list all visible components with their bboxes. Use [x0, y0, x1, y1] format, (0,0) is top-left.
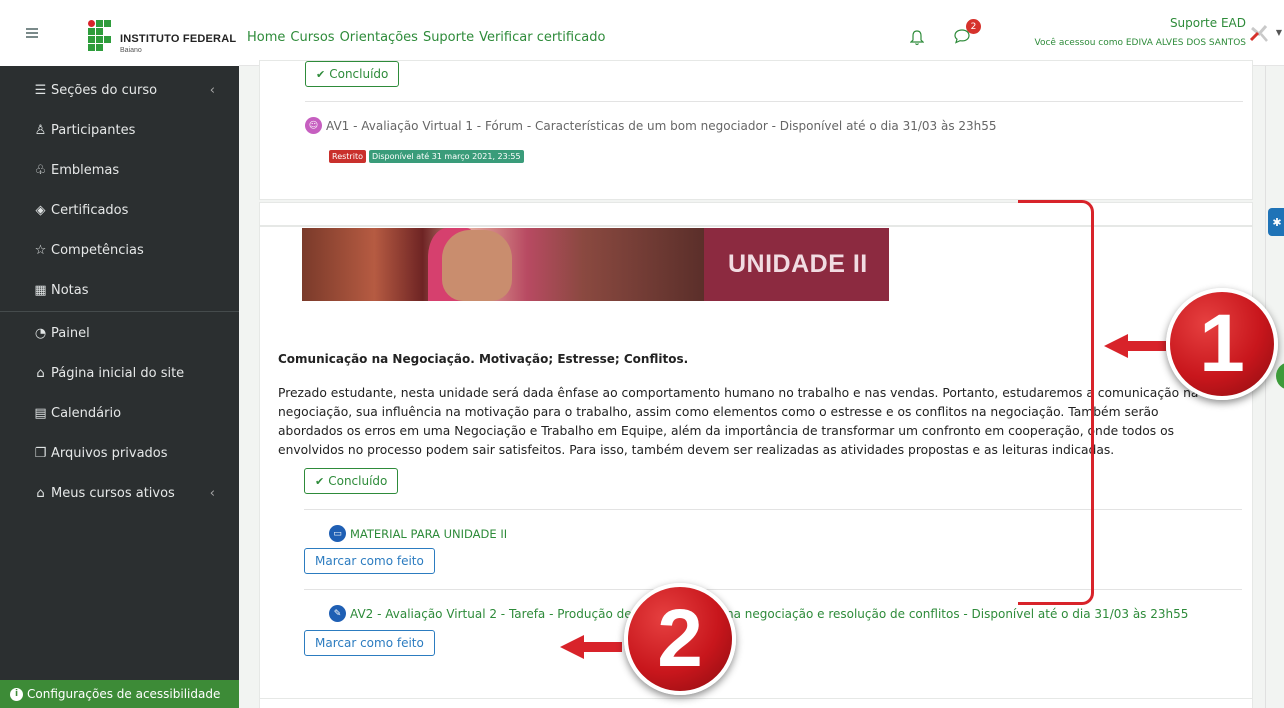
completed-label: Concluído [328, 474, 388, 488]
sidebar-item-label: Emblemas [51, 162, 120, 178]
banner-photo [302, 228, 704, 301]
user-name[interactable]: Suporte EAD [1170, 16, 1246, 30]
restricted-tag: Restrito [329, 150, 366, 163]
notification-count-badge: 2 [966, 19, 981, 34]
completed-label: Concluído [329, 67, 389, 81]
activity-av2[interactable]: ✎ AV2 - Avaliação Virtual 2 - Tarefa - P… [329, 605, 1188, 622]
sidebar-item-certificados[interactable]: ◈ Certificados [0, 190, 239, 230]
dashboard-icon: ◔ [34, 325, 47, 341]
annotation-arrow-2 [560, 635, 622, 659]
completed-button[interactable]: ✔ Concluído [305, 61, 400, 87]
sidebar-item-label: Painel [51, 325, 90, 341]
users-icon: ♙ [34, 122, 47, 138]
folder-icon: ▭ [329, 525, 346, 542]
course-content: ✔ Concluído ☺ AV1 - Avaliação Virtual 1 … [259, 60, 1253, 708]
graduation-cap-icon: ⌂ [36, 485, 45, 501]
activity-av2-title-part1[interactable]: AV2 - Avaliação Virtual 2 - Tarefa - Pro… [350, 607, 632, 621]
sidebar-item-participantes[interactable]: ♙ Participantes [0, 110, 239, 150]
home-icon: ⌂ [36, 365, 45, 381]
user-avatar[interactable] [1246, 20, 1272, 46]
mark-done-button[interactable]: Marcar como feito [304, 548, 435, 574]
annotation-number-2: 2 [624, 583, 736, 695]
list-icon: ☰ [34, 82, 47, 98]
chevron-down-icon[interactable]: ▼ [1276, 28, 1282, 37]
checkmark-icon: ✔ [316, 67, 326, 81]
sidebar-item-label: Certificados [51, 202, 129, 218]
banner-label: UNIDADE II [704, 228, 889, 301]
mark-done-button[interactable]: Marcar como feito [304, 630, 435, 656]
sidebar-item-meus-cursos[interactable]: ⌂ Meus cursos ativos ‹ [0, 473, 239, 513]
sidebar-divider [0, 311, 239, 312]
sidebar-item-arquivos[interactable]: ❐ Arquivos privados [0, 433, 239, 473]
badge-icon: ♧ [34, 162, 47, 178]
annotation-arrow-1 [1104, 334, 1166, 358]
annotation-bracket [1018, 200, 1094, 605]
sidebar-item-label: Participantes [51, 122, 136, 138]
activity-av1-tags: Restrito Disponível até 31 março 2021, 2… [329, 150, 527, 163]
sidebar-item-label: Calendário [51, 405, 122, 421]
accessibility-settings-button[interactable]: i Configurações de acessibilidade [0, 680, 239, 708]
user-access-info: Você acessou como EDIVA ALVES DOS SANTOS [1034, 38, 1246, 48]
sidebar-item-notas[interactable]: ▦ Notas [0, 270, 239, 310]
calendar-icon: ▤ [34, 405, 47, 421]
nav-link-home[interactable]: Home [247, 30, 285, 45]
nav-link-orientacoes[interactable]: Orientações [340, 30, 418, 45]
section-card-next [259, 698, 1253, 708]
sidebar-item-pagina-inicial[interactable]: ⌂ Página inicial do site [0, 353, 239, 393]
activity-av2-title-part2[interactable]: so na negociação e resolução de conflito… [709, 607, 1189, 621]
hamburger-menu-icon[interactable] [26, 28, 38, 38]
brand-header: INSTITUTO FEDERAL Baiano [0, 0, 239, 66]
sidebar-item-label: Notas [51, 282, 89, 298]
drawer-toggle-tab[interactable] [1276, 362, 1284, 390]
accessibility-icon: i [10, 687, 23, 701]
brand-subname: Baiano [120, 47, 142, 54]
accessibility-widget-icon[interactable]: ✱ [1268, 208, 1284, 236]
sidebar-item-secoes[interactable]: ☰ Seções do curso ‹ [0, 70, 239, 110]
sidebar-item-emblemas[interactable]: ♧ Emblemas [0, 150, 239, 190]
nav-link-verificar-certificado[interactable]: Verificar certificado [479, 30, 605, 45]
forum-icon: ☺ [305, 117, 322, 134]
activity-av1[interactable]: ☺ AV1 - Avaliação Virtual 1 - Fórum - Ca… [305, 117, 997, 134]
section-spacer [259, 202, 1253, 226]
files-icon: ❐ [34, 445, 47, 461]
nav-link-suporte[interactable]: Suporte [423, 30, 474, 45]
chevron-left-icon: ‹ [209, 82, 215, 98]
bell-icon[interactable] [909, 30, 926, 46]
divider [304, 509, 1242, 510]
sidebar-nav: ☰ Seções do curso ‹ ♙ Participantes ♧ Em… [0, 70, 239, 513]
sidebar-item-label: Meus cursos ativos [51, 485, 175, 501]
sidebar-item-calendario[interactable]: ▤ Calendário [0, 393, 239, 433]
institute-logo-icon[interactable] [88, 20, 116, 52]
section-title: Comunicação na Negociação. Motivação; Es… [278, 352, 689, 366]
divider [304, 589, 1242, 590]
table-icon: ▦ [34, 282, 47, 298]
section-card-unit1: ✔ Concluído ☺ AV1 - Avaliação Virtual 1 … [259, 60, 1253, 200]
activity-material[interactable]: ▭ MATERIAL PARA UNIDADE II [329, 525, 507, 542]
nav-link-cursos[interactable]: Cursos [290, 30, 334, 45]
annotation-number-1: 1 [1166, 288, 1278, 400]
accessibility-label: Configurações de acessibilidade [27, 687, 221, 701]
right-drawer-border [1265, 66, 1266, 708]
sidebar-item-label: Arquivos privados [51, 445, 168, 461]
sidebar: INSTITUTO FEDERAL Baiano ☰ Seções do cur… [0, 0, 239, 708]
chevron-left-icon: ‹ [209, 485, 215, 501]
unit-banner-image: UNIDADE II [302, 228, 889, 301]
activity-material-title[interactable]: MATERIAL PARA UNIDADE II [350, 527, 507, 541]
certificate-icon: ◈ [35, 202, 46, 218]
checkmark-icon: ✔ [315, 474, 325, 488]
sidebar-item-label: Página inicial do site [51, 365, 185, 381]
sidebar-item-competencias[interactable]: ☆ Competências [0, 230, 239, 270]
sidebar-item-painel[interactable]: ◔ Painel [0, 313, 239, 353]
sidebar-item-label: Competências [51, 242, 144, 258]
top-nav-links: Home Cursos Orientações Suporte Verifica… [247, 30, 605, 45]
star-icon: ☆ [34, 242, 47, 258]
divider [305, 101, 1243, 102]
brand-name: INSTITUTO FEDERAL [120, 33, 237, 45]
activity-av1-title[interactable]: AV1 - Avaliação Virtual 1 - Fórum - Cara… [326, 119, 997, 133]
sidebar-item-label: Seções do curso [51, 82, 158, 98]
completed-button[interactable]: ✔ Concluído [304, 468, 399, 494]
top-navbar: Home Cursos Orientações Suporte Verifica… [239, 0, 1284, 66]
assignment-icon: ✎ [329, 605, 346, 622]
availability-tag: Disponível até 31 março 2021, 23:55 [368, 150, 524, 163]
